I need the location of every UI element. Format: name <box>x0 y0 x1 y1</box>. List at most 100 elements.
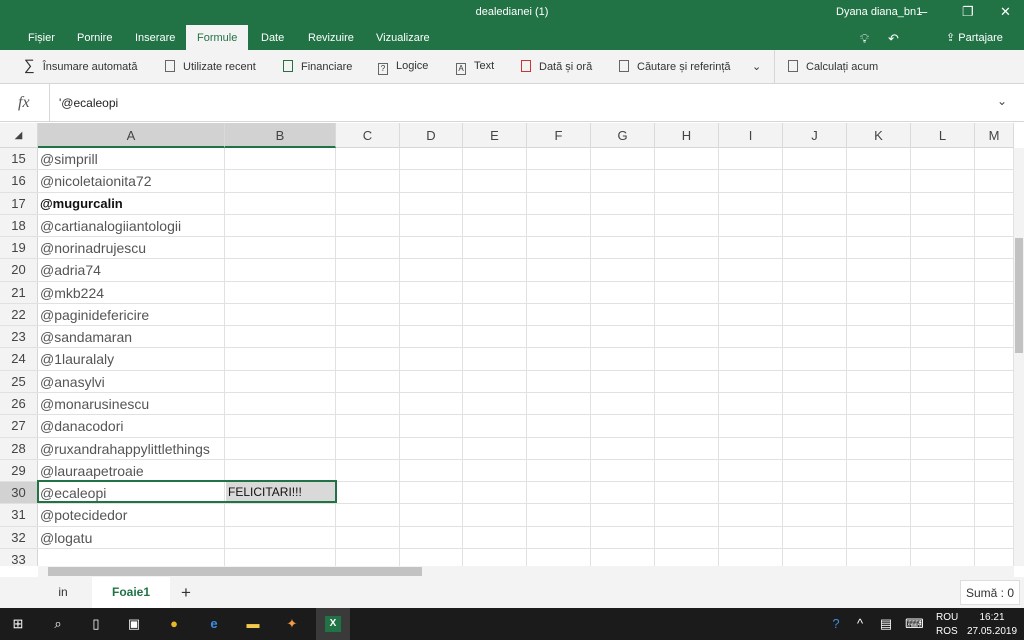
add-sheet-button[interactable]: + <box>176 577 196 608</box>
cell-H30[interactable] <box>655 482 719 504</box>
cell-F20[interactable] <box>527 259 591 281</box>
cell-L30[interactable] <box>911 482 975 504</box>
expand-formula-chevron-icon[interactable]: ⌄ <box>997 94 1007 108</box>
cell-J31[interactable] <box>783 504 847 526</box>
cell-L32[interactable] <box>911 526 975 548</box>
cell-B21[interactable] <box>225 281 336 303</box>
cell-H25[interactable] <box>655 370 719 392</box>
cell-D30[interactable] <box>400 482 463 504</box>
cell-I26[interactable] <box>719 392 783 415</box>
cell-K33[interactable] <box>847 548 911 566</box>
cell-A25[interactable]: @anasylvi <box>38 370 225 392</box>
cell-F31[interactable] <box>527 504 591 526</box>
column-header-L[interactable]: L <box>911 123 975 148</box>
cell-M30[interactable] <box>975 482 1014 504</box>
cell-D33[interactable] <box>400 548 463 566</box>
cell-L29[interactable] <box>911 459 975 482</box>
cell-H26[interactable] <box>655 392 719 415</box>
cell-C20[interactable] <box>336 259 400 281</box>
cell-J25[interactable] <box>783 370 847 392</box>
cell-M19[interactable] <box>975 237 1014 259</box>
row-header[interactable]: 27 <box>0 415 38 437</box>
column-header-B[interactable]: B <box>225 123 336 148</box>
logical-button[interactable]: ? Logice <box>378 60 428 75</box>
cell-G33[interactable] <box>591 548 655 566</box>
cell-A24[interactable]: @1lauralaly <box>38 348 225 370</box>
cell-D19[interactable] <box>400 237 463 259</box>
cell-C25[interactable] <box>336 370 400 392</box>
cell-I24[interactable] <box>719 348 783 370</box>
cell-I23[interactable] <box>719 326 783 348</box>
datetime-button[interactable]: Dată și oră <box>521 60 592 73</box>
cell-H27[interactable] <box>655 415 719 437</box>
cell-K17[interactable] <box>847 192 911 214</box>
cell-H33[interactable] <box>655 548 719 566</box>
cell-F21[interactable] <box>527 281 591 303</box>
cell-D31[interactable] <box>400 504 463 526</box>
chrome-icon[interactable]: ● <box>166 616 182 632</box>
cell-C31[interactable] <box>336 504 400 526</box>
cell-B15[interactable] <box>225 148 336 170</box>
cell-E17[interactable] <box>463 192 527 214</box>
cell-I16[interactable] <box>719 170 783 192</box>
store-icon[interactable]: ▣ <box>126 616 142 632</box>
cell-F28[interactable] <box>527 437 591 459</box>
row-header[interactable]: 22 <box>0 303 38 326</box>
row-header[interactable]: 24 <box>0 348 38 370</box>
sheet-tab-foaie1[interactable]: Foaie1 <box>92 577 170 608</box>
cell-B20[interactable] <box>225 259 336 281</box>
windows-start-icon[interactable]: ⊞ <box>10 616 26 632</box>
cell-I21[interactable] <box>719 281 783 303</box>
cell-E23[interactable] <box>463 326 527 348</box>
tab-revizuire[interactable]: Revizuire <box>300 25 362 50</box>
cell-A17[interactable]: @mugurcalin <box>38 192 225 214</box>
autosum-button[interactable]: ∑ Însumare automată <box>24 57 137 74</box>
row-header[interactable]: 18 <box>0 214 38 237</box>
row-header[interactable]: 33 <box>0 548 38 566</box>
language-indicator[interactable]: ROU ROS <box>936 612 958 637</box>
cell-F18[interactable] <box>527 214 591 237</box>
cell-H19[interactable] <box>655 237 719 259</box>
row-header[interactable]: 21 <box>0 281 38 303</box>
cell-J19[interactable] <box>783 237 847 259</box>
cell-H28[interactable] <box>655 437 719 459</box>
cell-K29[interactable] <box>847 459 911 482</box>
cell-L17[interactable] <box>911 192 975 214</box>
cell-L26[interactable] <box>911 392 975 415</box>
cell-K15[interactable] <box>847 148 911 170</box>
cell-K25[interactable] <box>847 370 911 392</box>
cell-E21[interactable] <box>463 281 527 303</box>
cell-F17[interactable] <box>527 192 591 214</box>
cell-J26[interactable] <box>783 392 847 415</box>
user-name[interactable]: Dyana diana_bn1 <box>836 6 922 18</box>
cell-M32[interactable] <box>975 526 1014 548</box>
task-view-icon[interactable]: ▯ <box>88 616 104 632</box>
restore-button[interactable]: ❐ <box>962 4 974 20</box>
cell-I28[interactable] <box>719 437 783 459</box>
share-button[interactable]: ⇪ Partajare <box>938 25 1011 50</box>
photos-icon[interactable]: ✦ <box>284 616 300 632</box>
column-header-F[interactable]: F <box>527 123 591 148</box>
cell-E30[interactable] <box>463 482 527 504</box>
cell-G31[interactable] <box>591 504 655 526</box>
cell-M27[interactable] <box>975 415 1014 437</box>
cell-G21[interactable] <box>591 281 655 303</box>
row-header[interactable]: 28 <box>0 437 38 459</box>
cell-A28[interactable]: @ruxandrahappylittlethings <box>38 437 225 459</box>
cell-K28[interactable] <box>847 437 911 459</box>
tab-pornire[interactable]: Pornire <box>69 25 120 50</box>
cell-G15[interactable] <box>591 148 655 170</box>
cell-J16[interactable] <box>783 170 847 192</box>
row-header[interactable]: 15 <box>0 148 38 170</box>
cell-H24[interactable] <box>655 348 719 370</box>
cell-I33[interactable] <box>719 548 783 566</box>
vertical-scroll-thumb[interactable] <box>1015 238 1023 353</box>
search-icon[interactable]: ⌕ <box>50 616 66 632</box>
keyboard-icon[interactable]: ⌨ <box>905 616 924 632</box>
cell-E33[interactable] <box>463 548 527 566</box>
close-button[interactable]: ✕ <box>1000 4 1011 20</box>
cell-J22[interactable] <box>783 303 847 326</box>
undo-icon[interactable]: ↶ <box>880 25 907 50</box>
cell-K26[interactable] <box>847 392 911 415</box>
cell-I30[interactable] <box>719 482 783 504</box>
